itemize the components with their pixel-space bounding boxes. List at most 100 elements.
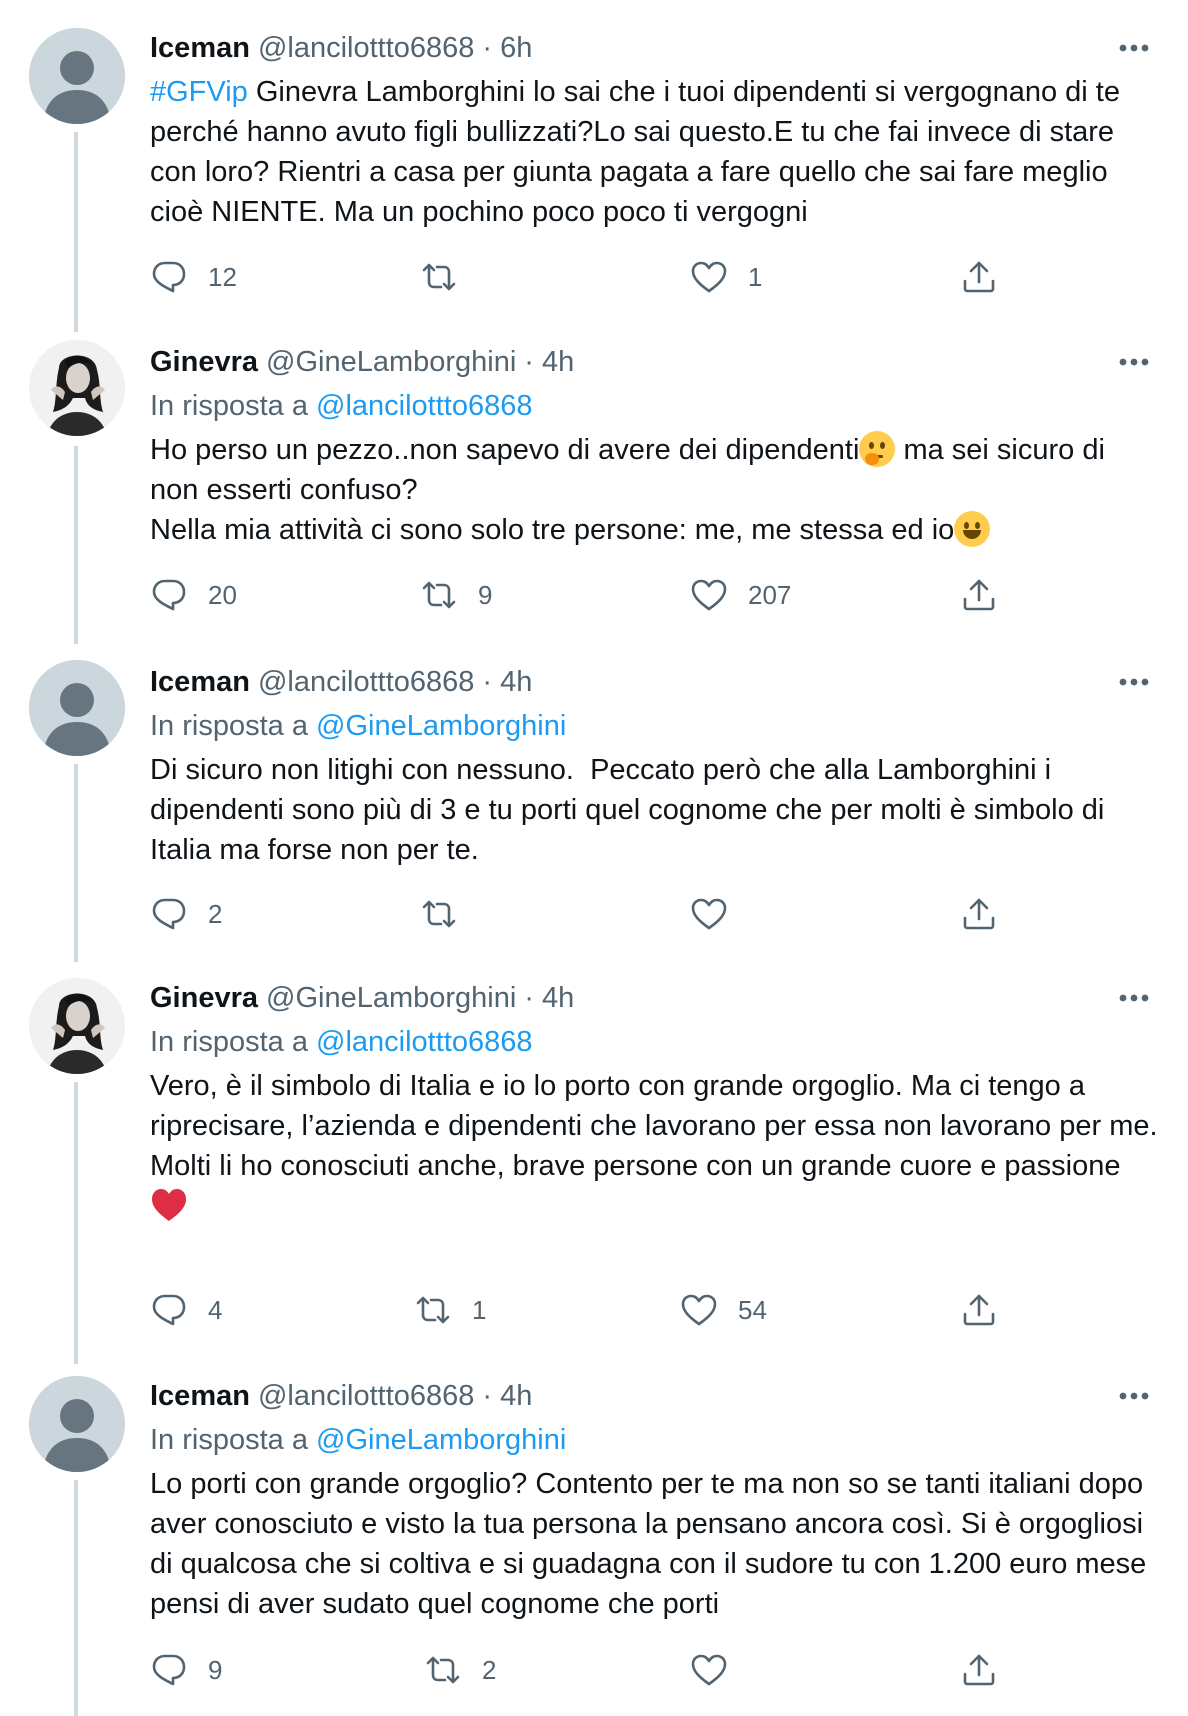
display-name[interactable]: Iceman bbox=[150, 28, 250, 68]
avatar[interactable] bbox=[29, 978, 125, 1074]
more-options-button[interactable] bbox=[1114, 978, 1154, 1018]
timestamp[interactable]: 6h bbox=[500, 28, 532, 68]
reply-bubble-icon bbox=[152, 1294, 186, 1326]
retweet-button[interactable] bbox=[420, 892, 478, 936]
profile-photo-icon bbox=[29, 340, 125, 436]
like-button[interactable]: 207 bbox=[690, 573, 791, 617]
display-name[interactable]: Iceman bbox=[150, 662, 250, 702]
retweet-button[interactable]: 9 bbox=[420, 573, 492, 617]
heart-outline-icon bbox=[691, 898, 727, 930]
mention-link[interactable]: @lancilottto6868 bbox=[316, 1026, 532, 1058]
separator-dot: · bbox=[524, 982, 534, 1014]
more-horizontal-icon bbox=[1119, 1392, 1149, 1400]
tweet[interactable]: Iceman @lancilottto6868 · 4h In risposta… bbox=[0, 636, 1188, 962]
display-name[interactable]: Ginevra bbox=[150, 342, 258, 382]
retweet-button[interactable]: 2 bbox=[424, 1648, 496, 1692]
replying-to-line: In risposta a @GineLamborghini bbox=[150, 706, 1160, 746]
share-button[interactable] bbox=[960, 1648, 998, 1692]
user-handle[interactable]: @lancilottto6868 bbox=[258, 28, 474, 68]
timestamp[interactable]: 4h bbox=[500, 1376, 532, 1416]
user-handle[interactable]: @lancilottto6868 bbox=[258, 1376, 474, 1416]
more-options-button[interactable] bbox=[1114, 1376, 1154, 1416]
share-button[interactable] bbox=[960, 255, 998, 299]
avatar-column bbox=[29, 28, 125, 124]
avatar[interactable] bbox=[29, 660, 125, 756]
user-handle[interactable]: @GineLamborghini bbox=[266, 978, 516, 1018]
user-handle[interactable]: @lancilottto6868 bbox=[258, 662, 474, 702]
like-button[interactable] bbox=[690, 1648, 748, 1692]
retweet-icon bbox=[416, 1296, 450, 1324]
avatar[interactable] bbox=[29, 340, 125, 436]
like-button[interactable]: 54 bbox=[680, 1288, 767, 1332]
tweet-actions: 12 1 bbox=[150, 255, 1010, 299]
thinking-face-emoji-icon bbox=[859, 431, 896, 467]
more-options-button[interactable] bbox=[1114, 342, 1154, 382]
more-options-button[interactable] bbox=[1114, 28, 1154, 68]
tweet-text: Vero, è il simbolo di Italia e io lo por… bbox=[150, 1066, 1160, 1226]
like-button[interactable] bbox=[690, 892, 748, 936]
retweet-button[interactable] bbox=[420, 255, 478, 299]
default-profile-icon bbox=[29, 1376, 125, 1472]
tweet[interactable]: Ginevra @GineLamborghini · 4h In rispost… bbox=[0, 318, 1188, 644]
replying-to-label: In risposta a bbox=[150, 1026, 317, 1058]
thread-connector-line bbox=[74, 132, 78, 332]
display-name[interactable]: Iceman bbox=[150, 1376, 250, 1416]
reply-button[interactable]: 4 bbox=[150, 1288, 222, 1332]
share-upload-icon bbox=[963, 261, 995, 293]
tweet[interactable]: Ginevra @GineLamborghini · 4h In rispost… bbox=[0, 954, 1188, 1364]
share-button[interactable] bbox=[960, 892, 998, 936]
tweet-text: Lo porti con grande orgoglio? Contento p… bbox=[150, 1464, 1160, 1624]
separator-dot: · bbox=[482, 666, 493, 698]
reply-button[interactable]: 9 bbox=[150, 1648, 222, 1692]
more-horizontal-icon bbox=[1119, 678, 1149, 686]
replying-to-line: In risposta a @lancilottto6868 bbox=[150, 386, 1160, 426]
separator-dot: · bbox=[524, 346, 534, 378]
timestamp[interactable]: 4h bbox=[542, 978, 574, 1018]
replying-to-label: In risposta a bbox=[150, 710, 317, 742]
user-handle[interactable]: @GineLamborghini bbox=[266, 342, 516, 382]
replying-to-line: In risposta a @lancilottto6868 bbox=[150, 1022, 1160, 1062]
display-name[interactable]: Ginevra bbox=[150, 978, 258, 1018]
more-options-button[interactable] bbox=[1114, 662, 1154, 702]
tweet-body: Ginevra Lamborghini lo sai che i tuoi di… bbox=[150, 76, 1129, 228]
reply-bubble-icon bbox=[152, 579, 186, 611]
more-horizontal-icon bbox=[1119, 994, 1149, 1002]
share-upload-icon bbox=[963, 1654, 995, 1686]
tweet[interactable]: Iceman @lancilottto6868 · 4h In risposta… bbox=[0, 1352, 1188, 1716]
hashtag-link[interactable]: #GFVip bbox=[150, 76, 248, 108]
reply-bubble-icon bbox=[152, 1654, 186, 1686]
mention-link[interactable]: @GineLamborghini bbox=[316, 710, 566, 742]
tweet-content: Iceman @lancilottto6868 · 4h In risposta… bbox=[150, 662, 1160, 870]
tweet-header: Ginevra @GineLamborghini · 4h bbox=[150, 978, 1160, 1018]
reply-button[interactable]: 2 bbox=[150, 892, 222, 936]
reply-count: 4 bbox=[208, 1294, 223, 1325]
tweet-actions: 4 1 54 bbox=[150, 1288, 1010, 1332]
timestamp[interactable]: 4h bbox=[500, 662, 532, 702]
thread-connector-line bbox=[74, 446, 78, 644]
tweet-text: #GFVip Ginevra Lamborghini lo sai che i … bbox=[150, 72, 1160, 232]
default-profile-icon bbox=[29, 660, 125, 756]
tweet[interactable]: Iceman @lancilottto6868 · 6h #GFVip Gine… bbox=[0, 0, 1188, 332]
tweet-content: Iceman @lancilottto6868 · 6h #GFVip Gine… bbox=[150, 28, 1160, 232]
avatar-column bbox=[29, 660, 125, 756]
tweet-text: Ho perso un pezzo..non sapevo di avere d… bbox=[150, 430, 1160, 550]
like-button[interactable]: 1 bbox=[690, 255, 762, 299]
replying-to-label: In risposta a bbox=[150, 1424, 317, 1456]
retweet-icon bbox=[426, 1656, 460, 1684]
thread-connector-line bbox=[74, 1082, 78, 1364]
share-button[interactable] bbox=[960, 573, 998, 617]
share-button[interactable] bbox=[960, 1288, 998, 1332]
mention-link[interactable]: @GineLamborghini bbox=[316, 1424, 566, 1456]
tweet-body: Vero, è il simbolo di Italia e io lo por… bbox=[150, 1070, 1158, 1182]
avatar[interactable] bbox=[29, 28, 125, 124]
reply-button[interactable]: 20 bbox=[150, 573, 237, 617]
avatar[interactable] bbox=[29, 1376, 125, 1472]
reply-button[interactable]: 12 bbox=[150, 255, 237, 299]
profile-photo-icon bbox=[29, 978, 125, 1074]
retweet-button[interactable]: 1 bbox=[414, 1288, 486, 1332]
timestamp[interactable]: 4h bbox=[542, 342, 574, 382]
mention-link[interactable]: @lancilottto6868 bbox=[316, 390, 532, 422]
separator-dot: · bbox=[482, 1380, 493, 1412]
heart-outline-icon bbox=[691, 1654, 727, 1686]
avatar-column bbox=[29, 1376, 125, 1472]
